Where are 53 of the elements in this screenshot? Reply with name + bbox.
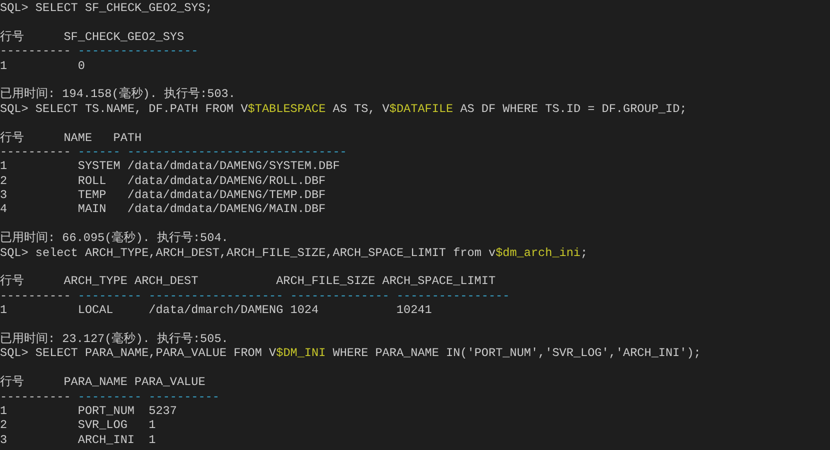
sql-prompt: SQL> xyxy=(0,1,28,15)
command-text: $DATAFILE xyxy=(389,102,454,116)
row-number: 1 xyxy=(0,404,8,418)
command-text: SELECT SF_CHECK_GEO2_SYS; xyxy=(34,1,212,15)
row-number-header: 行号 xyxy=(0,274,25,289)
command-text: $DM_INI xyxy=(276,346,326,360)
column-underline: ---------- xyxy=(0,144,71,159)
row-number: 1 xyxy=(0,303,8,318)
command-text: ; xyxy=(580,246,588,260)
row-number: 1 xyxy=(0,159,8,174)
column-underline: ---------- xyxy=(0,288,71,303)
result-row: 0 xyxy=(78,58,85,73)
row-number: 1 xyxy=(0,58,8,73)
result-row: PORT_NUM 5237 xyxy=(78,404,177,418)
row-number: 3 xyxy=(0,188,8,202)
result-row: LOCAL /data/dmarch/DAMENG 1024 10241 xyxy=(78,303,432,318)
column-headers: ARCH_TYPE ARCH_DEST ARCH_FILE_SIZE ARCH_SPACE_LIMIT xyxy=(64,274,496,288)
command-text: select ARCH_TYPE,ARCH_DEST,ARCH_FILE_SIZE,ARCH_SPACE_LIMIT from v xyxy=(34,246,496,260)
sql-prompt: SQL> xyxy=(0,346,28,360)
column-underline: ---------- xyxy=(0,390,71,404)
column-underline: --------- ---------- xyxy=(76,390,220,404)
command-text: WHERE PARA_NAME IN('PORT_NUM','SVR_LOG','ARCH_INI'); xyxy=(332,346,701,360)
command-text: AS TS, V xyxy=(332,102,390,116)
row-number: 4 xyxy=(0,202,8,217)
result-row: TEMP /data/dmdata/DAMENG/TEMP.DBF xyxy=(78,188,326,202)
row-number-header: 行号 xyxy=(0,375,25,390)
row-number: 2 xyxy=(0,418,8,433)
command-text: AS DF WHERE TS.ID = DF.GROUP_ID; xyxy=(459,102,687,116)
result-row: SVR_LOG 1 xyxy=(78,418,156,432)
elapsed-time-message: 已用时间: 23.127(毫秒). 执行号:505. xyxy=(0,332,228,346)
row-number: 2 xyxy=(0,174,8,188)
row-number-header: 行号 xyxy=(0,30,25,44)
command-text: $dm_arch_ini xyxy=(496,246,581,260)
result-row: ROLL /data/dmdata/DAMENG/ROLL.DBF xyxy=(78,174,326,188)
command-text: $TABLESPACE xyxy=(248,102,326,116)
sql-prompt: SQL> xyxy=(0,246,28,260)
column-underline: ------ ------------------------------- xyxy=(76,144,347,159)
command-text: SELECT TS.NAME, DF.PATH FROM V xyxy=(34,102,248,116)
row-number-header: 行号 xyxy=(0,130,25,145)
column-headers: PARA_NAME PARA_VALUE xyxy=(64,375,206,390)
column-headers: SF_CHECK_GEO2_SYS xyxy=(64,30,184,44)
sql-prompt: SQL> xyxy=(0,102,28,116)
row-number: 3 xyxy=(0,432,8,448)
result-row: SYSTEM /data/dmdata/DAMENG/SYSTEM.DBF xyxy=(78,159,340,174)
elapsed-time-message: 已用时间: 194.158(毫秒). 执行号:503. xyxy=(0,87,236,102)
elapsed-time-message: 已用时间: 66.095(毫秒). 执行号:504. xyxy=(0,231,228,246)
column-underline: ----------------- xyxy=(76,44,198,58)
command-text: SELECT PARA_NAME,PARA_VALUE FROM V xyxy=(34,346,276,360)
result-row: MAIN /data/dmdata/DAMENG/MAIN.DBF xyxy=(78,202,326,216)
column-underline: ---------- xyxy=(0,44,71,58)
column-headers: NAME PATH xyxy=(64,130,142,145)
column-underline: --------- ------------------- -------------- ---------------- xyxy=(76,288,510,303)
result-row: ARCH_INI 1 xyxy=(78,432,156,447)
